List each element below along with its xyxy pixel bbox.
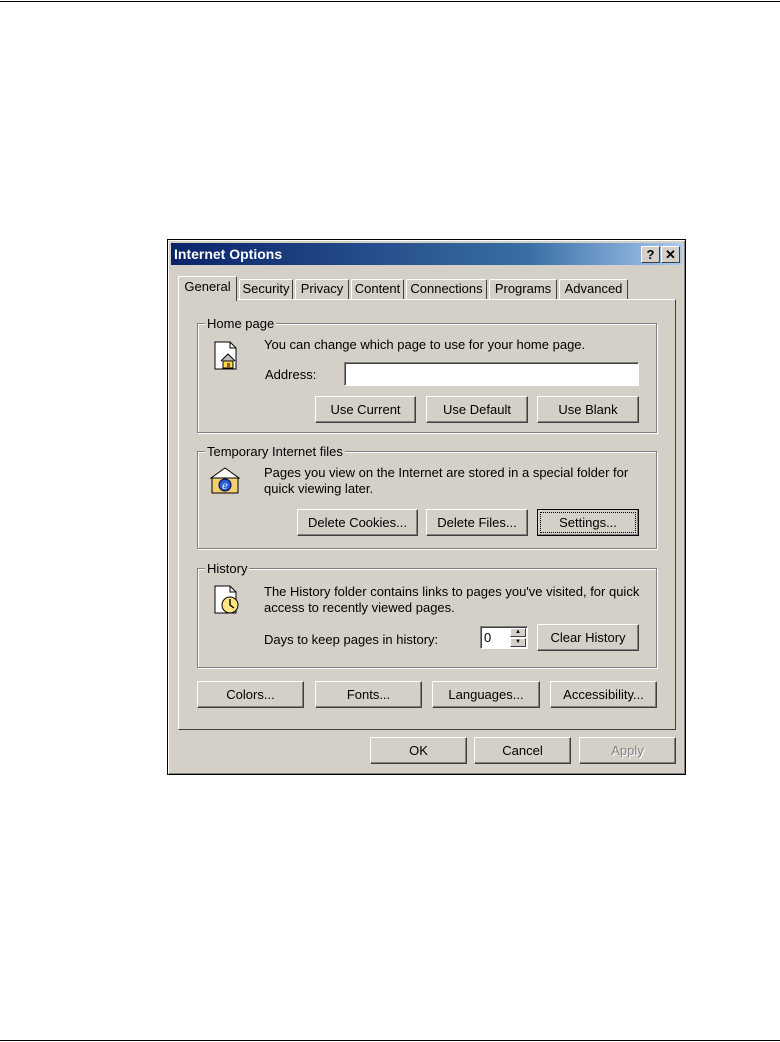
title-bar[interactable]: Internet Options ? ✕ xyxy=(171,243,682,265)
tab-advanced[interactable]: Advanced xyxy=(559,279,628,300)
apply-button[interactable]: Apply xyxy=(579,737,676,764)
home-page-icon xyxy=(214,341,237,370)
use-blank-button[interactable]: Use Blank xyxy=(537,396,639,423)
settings-button[interactable]: Settings... xyxy=(537,509,639,536)
home-page-group: Home page You can change which page to u… xyxy=(197,316,657,433)
tab-content[interactable]: Content xyxy=(351,279,404,300)
days-stepper[interactable]: 0 ▲ ▼ xyxy=(480,626,528,649)
home-page-description: You can change which page to use for you… xyxy=(264,337,586,352)
history-group: History The History folder contains link… xyxy=(197,561,657,668)
cancel-button[interactable]: Cancel xyxy=(474,737,571,764)
tab-security[interactable]: Security xyxy=(239,279,293,300)
ie-folder-icon: e xyxy=(209,467,241,494)
history-icon xyxy=(214,585,239,614)
clear-history-button[interactable]: Clear History xyxy=(537,624,639,651)
temporary-files-description: Pages you view on the Internet are store… xyxy=(264,465,629,496)
days-value[interactable]: 0 xyxy=(484,630,491,645)
tab-programs[interactable]: Programs xyxy=(489,279,557,300)
delete-files-button[interactable]: Delete Files... xyxy=(426,509,528,536)
window-title: Internet Options xyxy=(174,246,283,262)
address-input[interactable] xyxy=(344,362,639,386)
use-current-button[interactable]: Use Current xyxy=(315,396,416,423)
use-default-button[interactable]: Use Default xyxy=(426,396,528,423)
tab-connections[interactable]: Connections xyxy=(406,279,487,300)
languages-button[interactable]: Languages... xyxy=(432,681,540,708)
stepper-up-icon[interactable]: ▲ xyxy=(510,628,526,637)
history-group-label: History xyxy=(205,561,250,576)
temporary-files-group: Temporary Internet files e Pages you vie… xyxy=(197,444,657,549)
stepper-down-icon[interactable]: ▼ xyxy=(510,638,526,647)
tab-general[interactable]: General xyxy=(178,276,237,301)
general-tab-panel: Home page You can change which page to u… xyxy=(178,299,676,730)
temporary-files-group-label: Temporary Internet files xyxy=(205,444,345,459)
history-description: The History folder contains links to pag… xyxy=(264,584,640,615)
tab-privacy[interactable]: Privacy xyxy=(295,279,349,300)
delete-cookies-button[interactable]: Delete Cookies... xyxy=(297,509,418,536)
page-top-rule xyxy=(0,1,780,2)
days-to-keep-label: Days to keep pages in history: xyxy=(264,632,439,647)
address-label: Address: xyxy=(265,367,317,382)
internet-options-dialog: Internet Options ? ✕ General Security Pr… xyxy=(167,239,686,775)
colors-button[interactable]: Colors... xyxy=(197,681,304,708)
accessibility-button[interactable]: Accessibility... xyxy=(550,681,657,708)
close-button[interactable]: ✕ xyxy=(661,246,680,263)
home-page-group-label: Home page xyxy=(205,316,277,331)
ok-button[interactable]: OK xyxy=(370,737,467,764)
days-stepper-buttons: ▲ ▼ xyxy=(510,628,526,647)
page-bottom-rule xyxy=(0,1040,780,1041)
svg-text:e: e xyxy=(222,481,228,492)
fonts-button[interactable]: Fonts... xyxy=(315,681,422,708)
help-button[interactable]: ? xyxy=(641,246,660,263)
